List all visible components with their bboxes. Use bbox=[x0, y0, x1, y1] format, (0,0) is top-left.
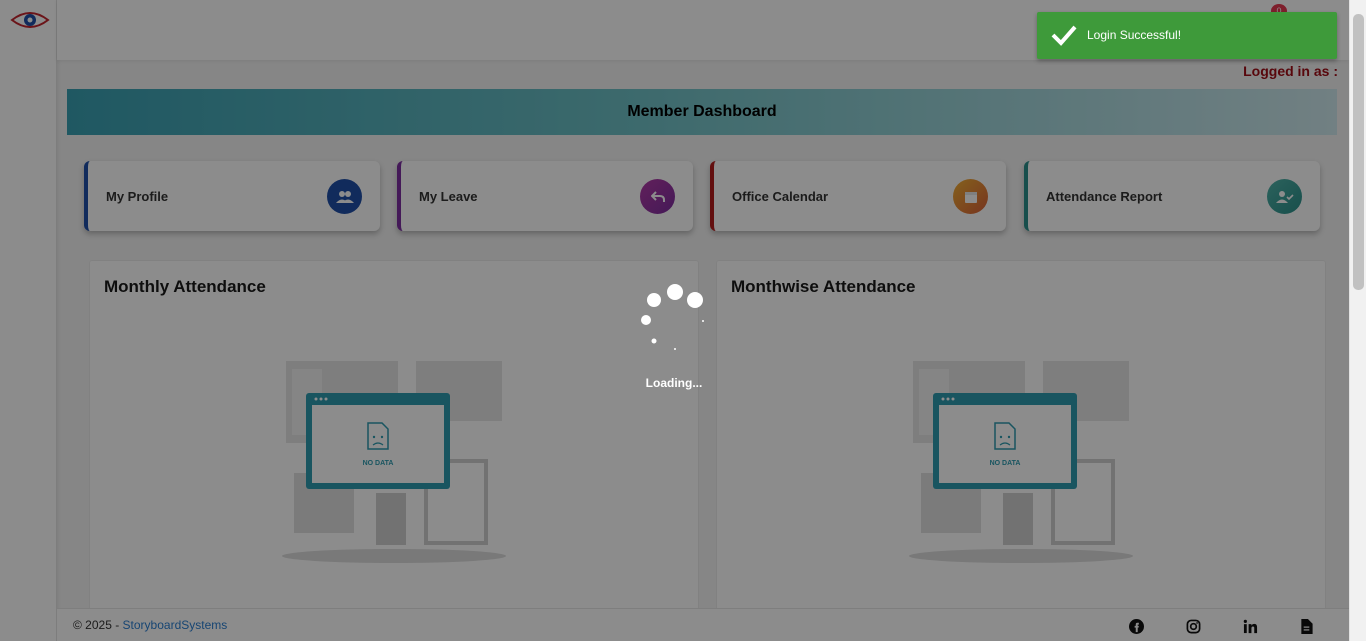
login-success-toast[interactable]: Login Successful! bbox=[1037, 12, 1337, 59]
loading-overlay: Loading... bbox=[0, 0, 1349, 641]
scrollbar[interactable] bbox=[1349, 0, 1366, 641]
checkmark-icon bbox=[1051, 25, 1077, 46]
toast-message: Login Successful! bbox=[1087, 28, 1182, 42]
scrollbar-thumb[interactable] bbox=[1353, 14, 1364, 290]
loading-text: Loading... bbox=[645, 376, 703, 390]
loading-spinner-icon bbox=[641, 284, 704, 350]
